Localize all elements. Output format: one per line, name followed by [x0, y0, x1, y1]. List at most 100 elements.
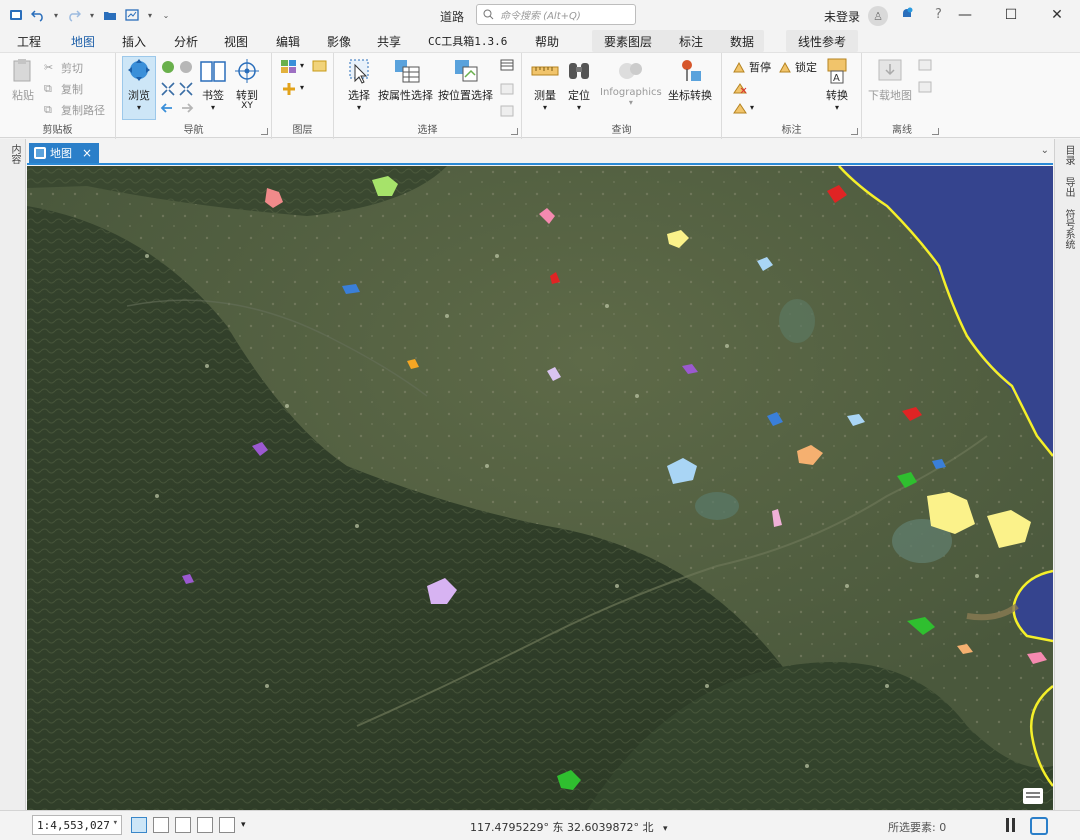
navigate-dialog-launcher[interactable]: [261, 128, 268, 135]
chevron-down-icon[interactable]: ▾: [663, 824, 668, 834]
clear-selection-icon[interactable]: [500, 83, 514, 95]
app-icon[interactable]: [8, 7, 24, 23]
snapping-icon[interactable]: [131, 817, 147, 833]
minimize-button[interactable]: —: [942, 0, 988, 30]
close-window-button[interactable]: ✕: [1034, 0, 1080, 30]
bookmarks-button[interactable]: 书签 ▾: [198, 57, 228, 112]
attributes-icon[interactable]: [500, 59, 514, 71]
convert-coordinates-button[interactable]: 坐标转换: [668, 57, 712, 103]
sign-in-status[interactable]: 未登录: [824, 8, 860, 25]
chevron-down-icon[interactable]: ▾: [146, 7, 154, 23]
labeling-dialog-launcher[interactable]: [851, 128, 858, 135]
tab-map[interactable]: 地图: [71, 33, 96, 54]
chevron-down-icon[interactable]: ▾: [300, 61, 304, 70]
copy-button[interactable]: ⧉ 复制: [44, 80, 83, 98]
tab-cc-toolbox[interactable]: CC工具箱1.3.6: [428, 33, 507, 49]
measure-button[interactable]: 测量 ▾: [530, 57, 560, 112]
coordinate-readout: 117.4795229° 东 32.6039872° 北 ▾: [470, 819, 668, 835]
table-select-icon: [394, 60, 419, 83]
map-canvas[interactable]: [27, 166, 1053, 810]
map-tab-label: 地图: [50, 147, 72, 160]
avatar[interactable]: ♙: [868, 6, 889, 26]
redo-icon[interactable]: [66, 7, 82, 23]
lock-labels-button[interactable]: 锁定: [778, 58, 817, 76]
tab-edit[interactable]: 编辑: [276, 33, 300, 50]
explore-button[interactable]: 浏览 ▾: [122, 56, 156, 120]
tab-data[interactable]: 数据: [730, 33, 754, 50]
tab-feature-layer[interactable]: 要素图层: [604, 33, 652, 50]
tab-share[interactable]: 共享: [377, 33, 401, 50]
tab-linear-referencing[interactable]: 线性参考: [798, 33, 846, 50]
grid-icon[interactable]: [153, 817, 169, 833]
chevron-down-icon[interactable]: ▾: [750, 103, 754, 112]
pause-drawing-button[interactable]: [1006, 818, 1018, 832]
label-priority-icon[interactable]: [732, 101, 748, 115]
chevron-down-icon[interactable]: ▾: [300, 83, 304, 92]
chevron-down-icon[interactable]: ▾: [88, 7, 96, 23]
paste-button[interactable]: 粘贴: [8, 57, 38, 103]
tile-icon[interactable]: [175, 817, 191, 833]
unplaced-labels-icon[interactable]: [732, 81, 748, 95]
search-placeholder: 命令搜索 (Alt+Q): [500, 11, 581, 22]
close-tab-icon[interactable]: ×: [82, 146, 92, 160]
undo-icon[interactable]: [30, 7, 46, 23]
location-select-icon: [454, 60, 477, 82]
customize-qat-icon[interactable]: ⌄: [160, 7, 172, 23]
select-by-attributes-button[interactable]: 按属性选择: [378, 57, 433, 103]
fixed-zoom-icon[interactable]: [160, 81, 194, 97]
tab-view[interactable]: 视图: [224, 33, 248, 50]
full-extent-icon[interactable]: [160, 59, 194, 75]
title-bar: ▾ ▾ ▾ ⌄ 道路 命令搜索 (Alt+Q) 未登录 ♙ ? — ☐ ✕: [0, 0, 1080, 30]
selected-features-count[interactable]: 所选要素: 0: [888, 819, 946, 835]
cut-button[interactable]: ✂ 剪切: [44, 59, 83, 77]
export-pane-tab[interactable]: 导出: [1061, 177, 1076, 197]
refresh-icon[interactable]: [1030, 817, 1048, 835]
remove-offline-icon[interactable]: [918, 81, 932, 93]
open-project-icon[interactable]: [102, 7, 118, 23]
previous-extent-icon[interactable]: [160, 101, 194, 115]
sync-icon[interactable]: [918, 59, 932, 71]
pause-labels-button[interactable]: 暂停: [732, 58, 771, 76]
map-view-tab[interactable]: 地图 ×: [29, 143, 99, 163]
command-search-input[interactable]: 命令搜索 (Alt+Q): [476, 4, 636, 25]
tab-insert[interactable]: 插入: [122, 33, 146, 50]
add-data-icon[interactable]: [312, 59, 328, 73]
download-map-button[interactable]: 下载地图: [868, 57, 912, 103]
tab-labeling[interactable]: 标注: [679, 33, 703, 50]
select-by-attr-label: 按属性选择: [378, 89, 433, 102]
constraints-icon[interactable]: [197, 817, 213, 833]
zoom-to-selection-icon[interactable]: [500, 105, 514, 117]
tab-help[interactable]: 帮助: [535, 33, 559, 50]
offline-dialog-launcher[interactable]: [932, 128, 939, 135]
correction-icon[interactable]: [219, 817, 235, 833]
new-map-icon[interactable]: [124, 7, 140, 23]
goto-xy-button[interactable]: 转到 XY: [232, 57, 262, 111]
tab-project[interactable]: 工程: [17, 33, 41, 50]
basemap-icon[interactable]: [280, 59, 298, 75]
add-preset-icon[interactable]: [280, 81, 298, 97]
map-tip-icon[interactable]: [1023, 788, 1043, 804]
help-icon[interactable]: ?: [935, 7, 942, 22]
convert-labels-button[interactable]: A 转换 ▾: [822, 57, 852, 112]
symbology-pane-tab[interactable]: 符号系统: [1061, 209, 1076, 249]
infographics-button[interactable]: Infographics ▾: [600, 57, 662, 107]
clipboard-group: 粘贴 ✂ 剪切 ⧉ 复制 ⧉ 复制路径 剪贴板: [0, 53, 116, 139]
select-by-location-button[interactable]: 按位置选择: [438, 57, 493, 103]
select-button[interactable]: 选择 ▾: [344, 57, 374, 112]
copy-path-button[interactable]: ⧉ 复制路径: [44, 101, 105, 119]
notification-icon[interactable]: [900, 7, 914, 21]
tab-analysis[interactable]: 分析: [174, 33, 198, 50]
tab-list-dropdown-icon[interactable]: ⌄: [1041, 145, 1049, 156]
coordinate-value: 117.4795229° 东 32.6039872° 北: [470, 821, 654, 834]
user-area[interactable]: 未登录 ♙: [824, 6, 889, 26]
catalog-pane-tab[interactable]: 目录: [1061, 145, 1076, 165]
chevron-down-icon[interactable]: ▾: [52, 7, 60, 23]
selection-dialog-launcher[interactable]: [511, 128, 518, 135]
offline-group: 下载地图 离线: [862, 53, 942, 139]
chevron-down-icon[interactable]: ▾: [241, 820, 246, 830]
maximize-button[interactable]: ☐: [988, 0, 1034, 30]
scale-selector[interactable]: 1:4,553,027 ▾: [32, 815, 122, 835]
contents-pane-tab[interactable]: 内容: [7, 144, 22, 164]
locate-button[interactable]: 定位 ▾: [564, 57, 594, 112]
tab-imagery[interactable]: 影像: [327, 33, 351, 50]
